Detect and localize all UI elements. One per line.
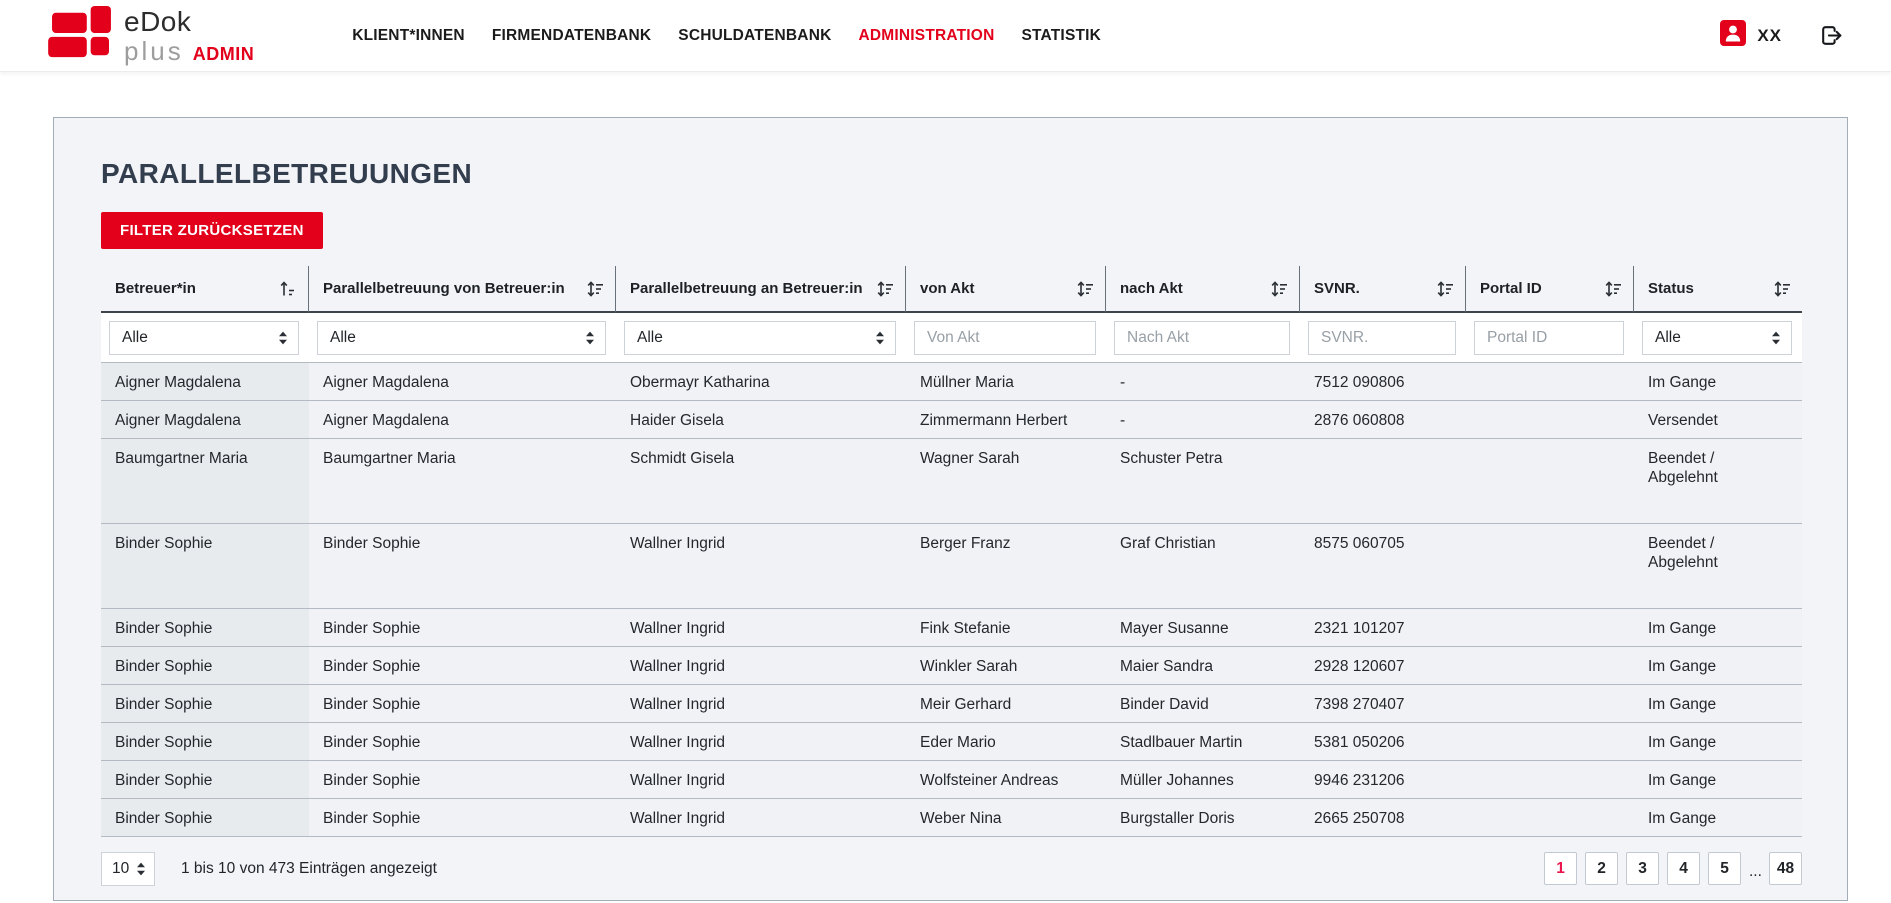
logo-text: eDok plus ADMIN xyxy=(124,8,254,64)
table-row[interactable]: Binder Sophie Binder Sophie Wallner Ingr… xyxy=(101,609,1802,647)
status-cell: Im Gange xyxy=(1634,723,1802,760)
status-cell: Im Gange xyxy=(1634,685,1802,722)
column-header-portal-id[interactable]: Portal ID xyxy=(1466,266,1634,313)
table-row[interactable]: Binder Sophie Binder Sophie Wallner Ingr… xyxy=(101,685,1802,723)
nav-item-firmendatenbank[interactable]: FIRMENDATENBANK xyxy=(492,27,651,45)
page-title: PARALLELBETREUUNGEN xyxy=(101,158,1800,190)
status-cell: Versendet xyxy=(1634,401,1802,438)
column-header-von-akt[interactable]: von Akt xyxy=(906,266,1106,313)
pagination-ellipsis: ... xyxy=(1749,863,1761,885)
status-cell: Im Gange xyxy=(1634,647,1802,684)
nav-item-administration[interactable]: ADMINISTRATION xyxy=(858,27,994,45)
sort-icon xyxy=(586,281,604,297)
table-row[interactable]: Binder Sophie Binder Sophie Wallner Ingr… xyxy=(101,799,1802,837)
page-button-4[interactable]: 4 xyxy=(1667,852,1700,885)
table-filter-row: Alle Alle Alle xyxy=(101,313,1802,363)
status-cell: Im Gange xyxy=(1634,363,1802,400)
filter-svnr-input[interactable] xyxy=(1308,321,1456,355)
table-row[interactable]: Aigner Magdalena Aigner Magdalena Haider… xyxy=(101,401,1802,439)
logout-icon xyxy=(1818,22,1845,49)
parallelbetreuungen-card: PARALLELBETREUUNGEN FILTER ZURÜCKSETZEN … xyxy=(53,117,1848,901)
status-cell: Beendet / Abgelehnt xyxy=(1634,524,1802,608)
table-row[interactable]: Binder Sophie Binder Sophie Wallner Ingr… xyxy=(101,761,1802,799)
sort-icon xyxy=(1270,281,1288,297)
filter-von-akt-input[interactable] xyxy=(914,321,1096,355)
sort-ascending-icon xyxy=(279,281,297,297)
logo-squares-icon xyxy=(44,5,118,66)
table-row[interactable]: Binder Sophie Binder Sophie Wallner Ingr… xyxy=(101,524,1802,609)
filter-portal-id-input[interactable] xyxy=(1474,321,1624,355)
status-cell: Im Gange xyxy=(1634,761,1802,798)
user-icon xyxy=(1720,20,1746,51)
sort-icon xyxy=(876,281,894,297)
logo-name-top: eDok xyxy=(124,6,191,37)
main-content: PARALLELBETREUUNGEN FILTER ZURÜCKSETZEN … xyxy=(0,117,1891,901)
status-cell: Im Gange xyxy=(1634,609,1802,646)
filter-betreuer-select[interactable]: Alle xyxy=(109,321,299,355)
table-row[interactable]: Binder Sophie Binder Sophie Wallner Ingr… xyxy=(101,647,1802,685)
page-button-2[interactable]: 2 xyxy=(1585,852,1618,885)
column-header-nach-akt[interactable]: nach Akt xyxy=(1106,266,1300,313)
table-row[interactable]: Aigner Magdalena Aigner Magdalena Oberma… xyxy=(101,363,1802,401)
logout-button[interactable] xyxy=(1818,22,1845,49)
page-button-3[interactable]: 3 xyxy=(1626,852,1659,885)
parallelbetreuungen-table: Betreuer*in Parallelbetreuung von Betreu… xyxy=(101,266,1802,900)
select-caret-icon xyxy=(585,330,595,346)
filter-status-select[interactable]: Alle xyxy=(1642,321,1792,355)
select-caret-icon xyxy=(136,861,146,877)
pagination: 1 2 3 4 5 ... 48 xyxy=(1544,852,1802,885)
page-button-last[interactable]: 48 xyxy=(1769,852,1802,885)
page-button-1[interactable]: 1 xyxy=(1544,852,1577,885)
table-header-row: Betreuer*in Parallelbetreuung von Betreu… xyxy=(101,266,1802,313)
reset-filter-button[interactable]: FILTER ZURÜCKSETZEN xyxy=(101,212,323,249)
column-header-parallel-von[interactable]: Parallelbetreuung von Betreuer:in xyxy=(309,266,616,313)
filter-von-betreuer-select[interactable]: Alle xyxy=(317,321,606,355)
user-area: XX xyxy=(1720,20,1845,51)
user-menu[interactable]: XX xyxy=(1720,20,1782,51)
column-header-status[interactable]: Status xyxy=(1634,266,1802,313)
sort-icon xyxy=(1773,281,1791,297)
nav-item-klientinnen[interactable]: KLIENT*INNEN xyxy=(352,27,465,45)
status-cell: Beendet / Abgelehnt xyxy=(1634,439,1802,523)
sort-icon xyxy=(1604,281,1622,297)
table-row[interactable]: Binder Sophie Binder Sophie Wallner Ingr… xyxy=(101,723,1802,761)
page-button-5[interactable]: 5 xyxy=(1708,852,1741,885)
filter-nach-akt-input[interactable] xyxy=(1114,321,1290,355)
select-caret-icon xyxy=(875,330,885,346)
nav-item-schuldatenbank[interactable]: SCHULDATENBANK xyxy=(678,27,831,45)
sort-icon xyxy=(1436,281,1454,297)
app-logo[interactable]: eDok plus ADMIN xyxy=(44,5,254,66)
entries-info: 1 bis 10 von 473 Einträgen angezeigt xyxy=(181,860,437,878)
sort-icon xyxy=(1076,281,1094,297)
table-row[interactable]: Baumgartner Maria Baumgartner Maria Schm… xyxy=(101,439,1802,524)
filter-an-betreuer-select[interactable]: Alle xyxy=(624,321,896,355)
page-size-select[interactable]: 10 xyxy=(101,852,155,886)
top-bar: eDok plus ADMIN KLIENT*INNEN FIRMENDATEN… xyxy=(0,0,1891,72)
table-footer: 10 1 bis 10 von 473 Einträgen angezeigt … xyxy=(101,837,1802,900)
main-nav: KLIENT*INNEN FIRMENDATENBANK SCHULDATENB… xyxy=(352,27,1101,45)
column-header-svnr[interactable]: SVNR. xyxy=(1300,266,1466,313)
user-initials: XX xyxy=(1757,26,1782,46)
select-caret-icon xyxy=(1771,330,1781,346)
nav-item-statistik[interactable]: STATISTIK xyxy=(1021,27,1101,45)
select-caret-icon xyxy=(278,330,288,346)
status-cell: Im Gange xyxy=(1634,799,1802,836)
logo-name-bottom: plus xyxy=(124,38,184,64)
column-header-betreuer[interactable]: Betreuer*in xyxy=(101,266,309,313)
column-header-parallel-an[interactable]: Parallelbetreuung an Betreuer:in xyxy=(616,266,906,313)
logo-admin-badge: ADMIN xyxy=(193,45,255,63)
